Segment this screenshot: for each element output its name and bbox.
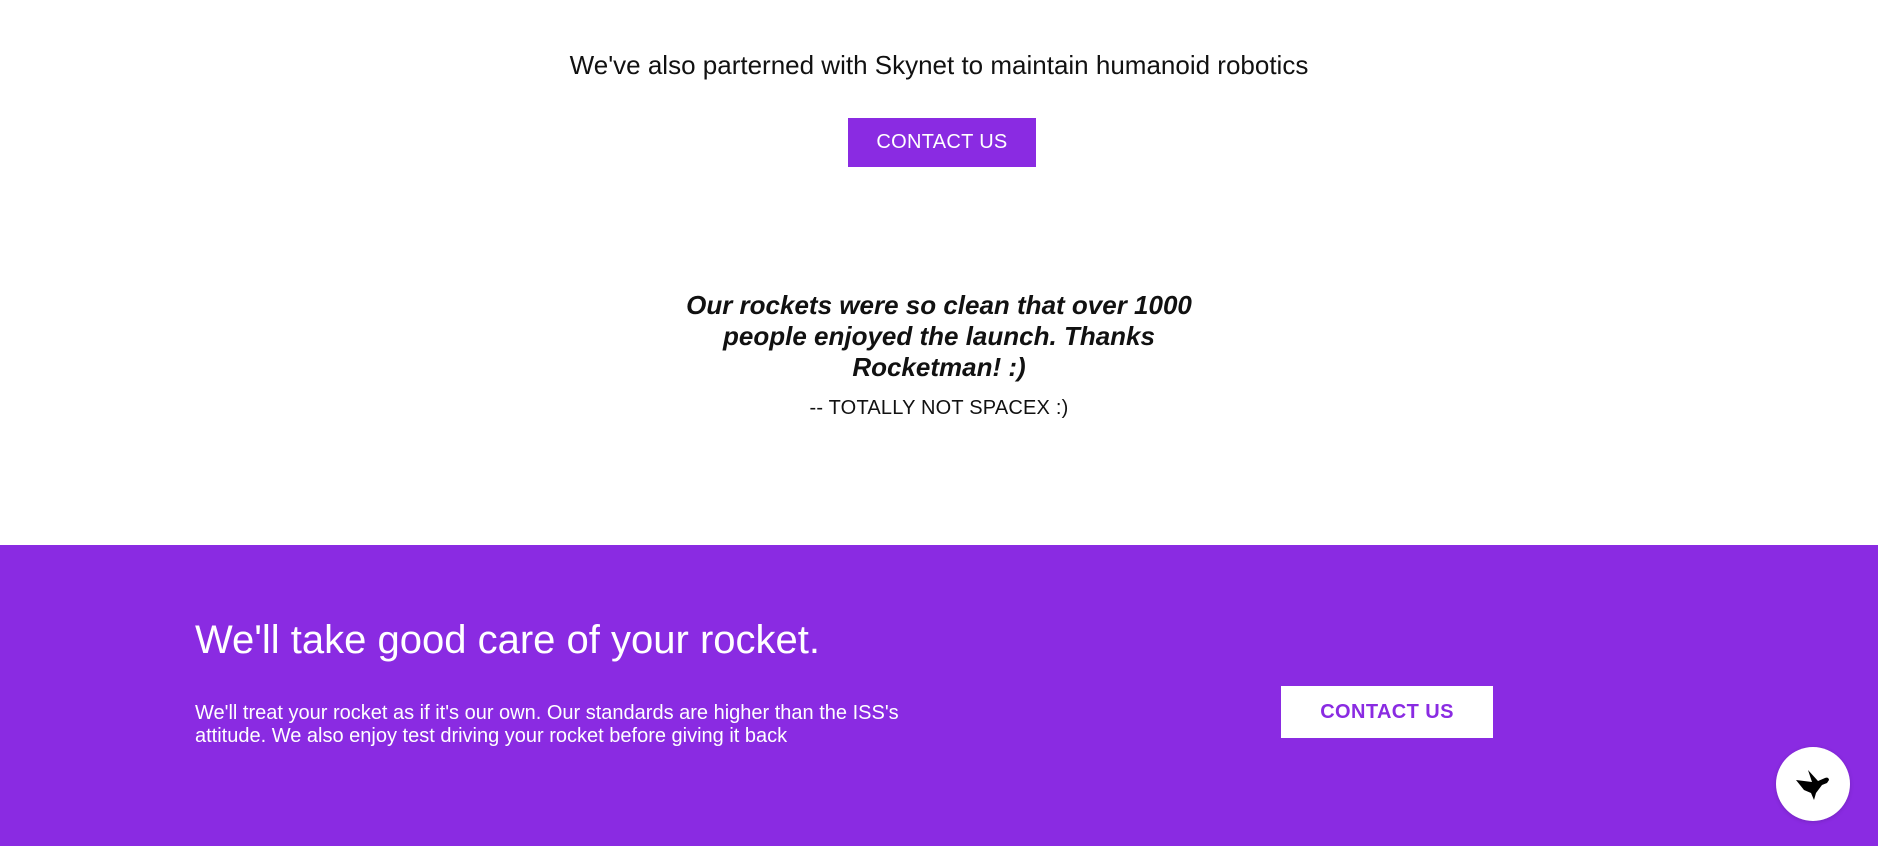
testimonial-author: -- TOTALLY NOT SPACEX :)	[809, 397, 1069, 419]
partner-text: We've also parterned with Skynet to main…	[569, 50, 1309, 80]
testimonial: Our rockets were so clean that over 1000…	[0, 290, 1878, 420]
bird-icon	[1796, 770, 1829, 800]
cta-description: We'll treat your rocket as if it's our o…	[195, 702, 899, 747]
cta-heading: We'll take good care of your rocket.	[195, 618, 820, 662]
cta-contact-us-button[interactable]: CONTACT US	[1281, 686, 1493, 738]
chat-widget-button[interactable]	[1776, 747, 1850, 821]
contact-us-button[interactable]: CONTACT US	[848, 118, 1036, 167]
cta-banner: We'll take good care of your rocket. We'…	[0, 545, 1878, 846]
testimonial-quote: Our rockets were so clean that over 1000…	[686, 290, 1192, 382]
page: We've also parterned with Skynet to main…	[0, 0, 1878, 846]
